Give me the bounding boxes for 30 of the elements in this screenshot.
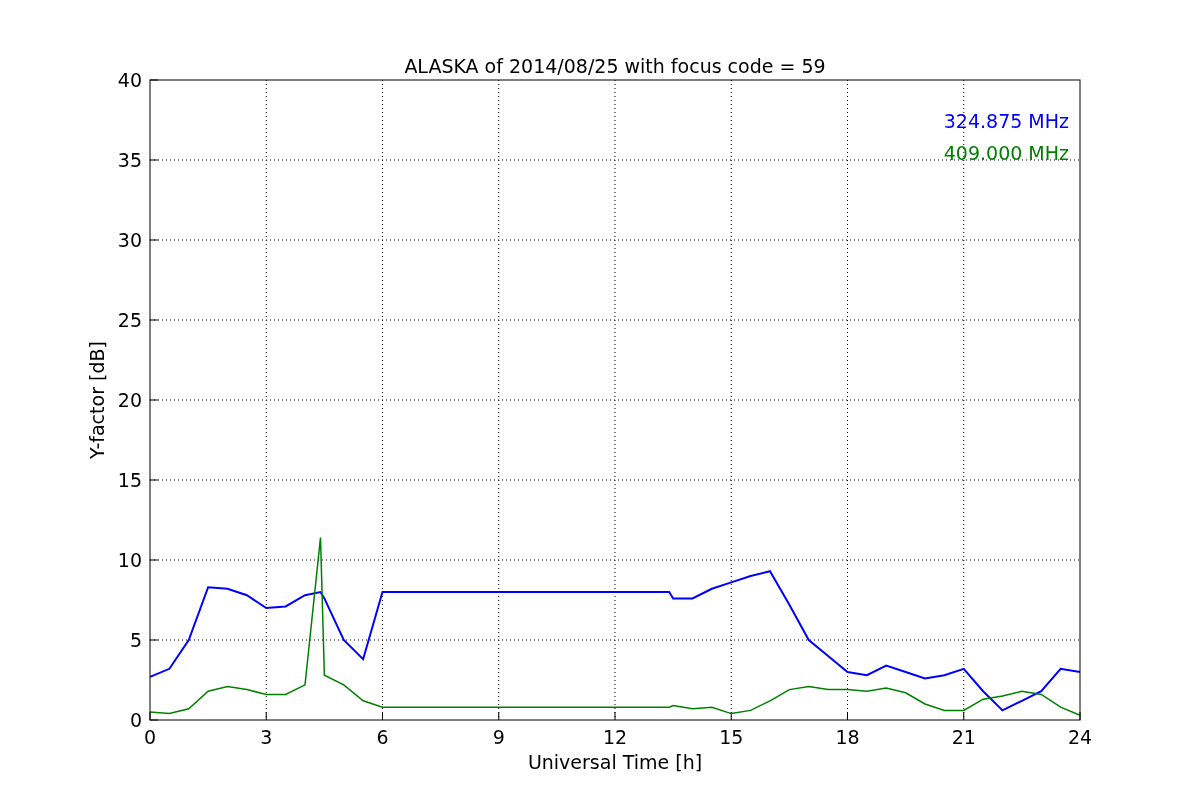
legend-label: 324.875 MHz bbox=[943, 110, 1069, 132]
x-tick-label: 9 bbox=[492, 726, 505, 748]
y-tick-label: 10 bbox=[117, 549, 142, 571]
y-tick-label: 30 bbox=[117, 229, 142, 251]
y-tick-label: 35 bbox=[117, 149, 142, 171]
x-axis-label: Universal Time [h] bbox=[527, 751, 703, 773]
x-tick-label: 6 bbox=[376, 726, 389, 748]
tick-mark bbox=[498, 711, 500, 721]
x-tick-label: 12 bbox=[602, 726, 628, 748]
tick-mark bbox=[963, 711, 965, 721]
y-tick-label: 15 bbox=[117, 469, 142, 491]
y-tick-label: 25 bbox=[117, 309, 142, 331]
y-axis-label: Y-factor [dB] bbox=[86, 341, 108, 459]
chart-title: ALASKA of 2014/08/25 with focus code = 59 bbox=[404, 55, 826, 77]
y-tick-label: 5 bbox=[129, 629, 142, 651]
tick-mark bbox=[382, 711, 383, 721]
y-tick-label: 0 bbox=[129, 709, 142, 731]
tick-mark bbox=[265, 711, 267, 721]
tick-mark bbox=[614, 711, 616, 721]
y-tick-label: 20 bbox=[117, 389, 142, 411]
legend-label: 409.000 MHz bbox=[943, 142, 1069, 164]
x-tick-label: 18 bbox=[835, 726, 860, 748]
tick-mark bbox=[847, 711, 848, 721]
tick-mark bbox=[730, 711, 732, 721]
x-tick-label: 24 bbox=[1067, 726, 1093, 748]
x-tick-label: 0 bbox=[143, 726, 157, 748]
x-tick-label: 15 bbox=[719, 726, 744, 748]
y-tick-label: 40 bbox=[117, 69, 142, 91]
x-tick-label: 21 bbox=[951, 726, 976, 748]
x-tick-label: 3 bbox=[260, 726, 273, 748]
